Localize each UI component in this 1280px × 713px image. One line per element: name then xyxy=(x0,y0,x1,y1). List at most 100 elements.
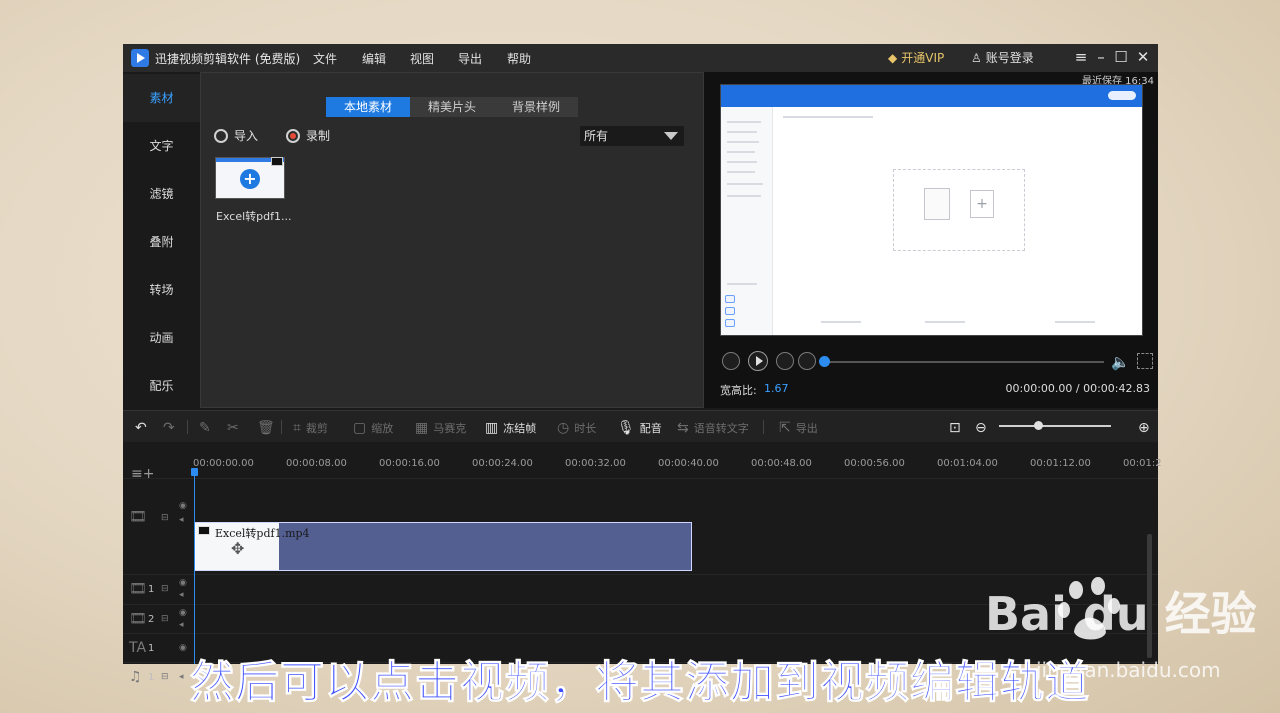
category-sidebar: 素材 文字 滤镜 叠附 转场 动画 配乐 xyxy=(123,72,200,408)
app-window: 迅捷视频剪辑软件 (免费版) 文件 编辑 视图 导出 帮助 ◆ 开通VIP ♙ … xyxy=(123,44,1162,685)
preview-screen[interactable]: + xyxy=(720,84,1143,336)
speaker-icon[interactable]: ◂ xyxy=(179,620,184,630)
playhead[interactable] xyxy=(194,468,195,664)
preview-line xyxy=(925,321,965,323)
track-number: 2 xyxy=(148,614,155,625)
menu-view[interactable]: 视图 xyxy=(410,50,434,67)
crop-icon: ⌗ xyxy=(293,420,301,436)
timeline-zoom-knob[interactable] xyxy=(1034,421,1043,430)
baidu-watermark: Bai du 经验 xyxy=(985,587,1257,641)
eye-icon[interactable]: ◉ xyxy=(179,578,187,588)
lock-icon[interactable]: ⊟ xyxy=(161,513,169,523)
sidebar-item-music[interactable]: 配乐 xyxy=(123,362,200,410)
add-to-timeline-icon[interactable]: + xyxy=(240,169,260,189)
voiceover-label: 配音 xyxy=(639,422,662,435)
media-thumbnail[interactable]: + xyxy=(215,157,285,199)
mosaic-button[interactable]: ▦ 马赛克 xyxy=(415,420,466,436)
record-label: 录制 xyxy=(306,129,331,143)
clock-icon: ◷ xyxy=(557,420,570,436)
speaker-icon[interactable]: ◂ xyxy=(179,515,184,525)
video-type-icon xyxy=(198,526,210,535)
video-clip[interactable]: ✥ Excel转pdf1.mp4 xyxy=(194,522,692,571)
next-frame-button[interactable] xyxy=(776,352,794,370)
speech-to-text-button[interactable]: ⇆ 语音转文字 xyxy=(677,420,749,436)
crop-button[interactable]: ⌗ 裁剪 xyxy=(293,420,328,436)
preview-line xyxy=(727,283,757,285)
progress-knob[interactable] xyxy=(819,356,830,367)
sidebar-item-transition[interactable]: 转场 xyxy=(123,266,200,314)
lock-icon[interactable]: ⊟ xyxy=(161,614,169,624)
cut-button[interactable]: ✂ xyxy=(227,420,239,436)
aspect-ratio-label: 宽高比: xyxy=(720,384,757,397)
record-button[interactable]: 录制 xyxy=(286,127,330,144)
import-label: 导入 xyxy=(234,129,259,143)
delete-button[interactable]: 🗑 xyxy=(257,420,275,436)
close-icon[interactable]: ✕ xyxy=(1135,48,1151,66)
tab-backgrounds[interactable]: 背景样例 xyxy=(494,97,578,117)
preview-line xyxy=(727,183,763,185)
speaker-icon[interactable]: ◂ xyxy=(179,590,184,600)
minimize-icon[interactable]: – xyxy=(1093,48,1109,66)
redo-icon: ↷ xyxy=(163,420,175,436)
undo-button[interactable]: ↶ xyxy=(135,420,147,436)
zoom-out-button[interactable]: ⊖ xyxy=(975,420,987,436)
chevron-down-icon xyxy=(664,132,678,140)
zoom-in-button[interactable]: ⊕ xyxy=(1138,420,1150,436)
sidebar-item-overlay[interactable]: 叠附 xyxy=(123,218,200,266)
ruler-label: 00:00:32.00 xyxy=(565,458,626,469)
ruler-label: 00:01:2 xyxy=(1123,458,1162,469)
toolbar-divider xyxy=(187,420,188,434)
timecode: 00:00:00.00 / 00:00:42.83 xyxy=(1005,382,1151,395)
duration-button[interactable]: ◷ 时长 xyxy=(557,420,596,436)
preview-app-icon xyxy=(725,295,735,303)
lock-icon[interactable]: ⊟ xyxy=(161,584,169,594)
menu-help[interactable]: 帮助 xyxy=(507,50,531,67)
menu-edit[interactable]: 编辑 xyxy=(362,50,386,67)
tab-intros[interactable]: 精美片头 xyxy=(410,97,494,117)
speech-icon: ⇆ xyxy=(677,420,689,436)
timeline-ruler[interactable]: 00:00:00.00 00:00:08.00 00:00:16.00 00:0… xyxy=(193,454,1162,476)
video-type-icon xyxy=(271,157,283,166)
play-button[interactable] xyxy=(748,351,768,371)
fullscreen-icon[interactable] xyxy=(1137,353,1153,369)
sidebar-item-media[interactable]: 素材 xyxy=(123,74,200,122)
timeline-zoom-slider[interactable] xyxy=(999,425,1111,427)
menu-file[interactable]: 文件 xyxy=(313,50,337,67)
aspect-ratio-value[interactable]: 1.67 xyxy=(764,382,789,395)
trash-icon: 🗑 xyxy=(257,420,275,436)
zoom-button[interactable]: ▢ 缩放 xyxy=(353,420,393,436)
freeze-frame-button[interactable]: ▥ 冻结帧 xyxy=(485,420,536,436)
sidebar-item-text[interactable]: 文字 xyxy=(123,122,200,170)
redo-button[interactable]: ↷ xyxy=(163,420,175,436)
previous-frame-button[interactable] xyxy=(722,352,740,370)
tab-local-media[interactable]: 本地素材 xyxy=(326,97,410,117)
export-label: 导出 xyxy=(795,422,818,435)
preview-line xyxy=(727,141,759,143)
hamburger-menu-icon[interactable]: ≡ xyxy=(1073,48,1089,66)
edit-button[interactable]: ✎ xyxy=(199,420,211,436)
preview-app-icon xyxy=(725,319,735,327)
fit-timeline-button[interactable]: ⊡ xyxy=(949,420,961,436)
volume-icon[interactable]: 🔈 xyxy=(1111,353,1130,371)
vip-button[interactable]: ◆ 开通VIP xyxy=(888,49,944,66)
export-icon: ⇱ xyxy=(779,420,791,436)
login-button[interactable]: ♙ 账号登录 xyxy=(971,49,1034,66)
eye-icon[interactable]: ◉ xyxy=(179,501,187,511)
sidebar-item-animation[interactable]: 动画 xyxy=(123,314,200,362)
preview-line xyxy=(727,171,755,173)
stop-button[interactable] xyxy=(798,352,816,370)
export-button[interactable]: ⇱ 导出 xyxy=(779,420,818,436)
sidebar-item-filter[interactable]: 滤镜 xyxy=(123,170,200,218)
toolbar-divider xyxy=(281,420,282,434)
voiceover-button[interactable]: 🎙 配音 xyxy=(617,420,662,436)
preview-line xyxy=(727,161,757,163)
ruler-label: 00:01:04.00 xyxy=(937,458,998,469)
media-filter-select[interactable]: 所有 xyxy=(580,126,684,146)
import-button[interactable]: 导入 xyxy=(214,127,258,144)
eye-icon[interactable]: ◉ xyxy=(179,608,187,618)
menu-export[interactable]: 导出 xyxy=(458,50,482,67)
maximize-icon[interactable]: ☐ xyxy=(1113,48,1129,66)
zoom-icon: ▢ xyxy=(353,420,367,436)
playhead-handle[interactable] xyxy=(191,468,198,476)
progress-track[interactable] xyxy=(824,361,1104,363)
